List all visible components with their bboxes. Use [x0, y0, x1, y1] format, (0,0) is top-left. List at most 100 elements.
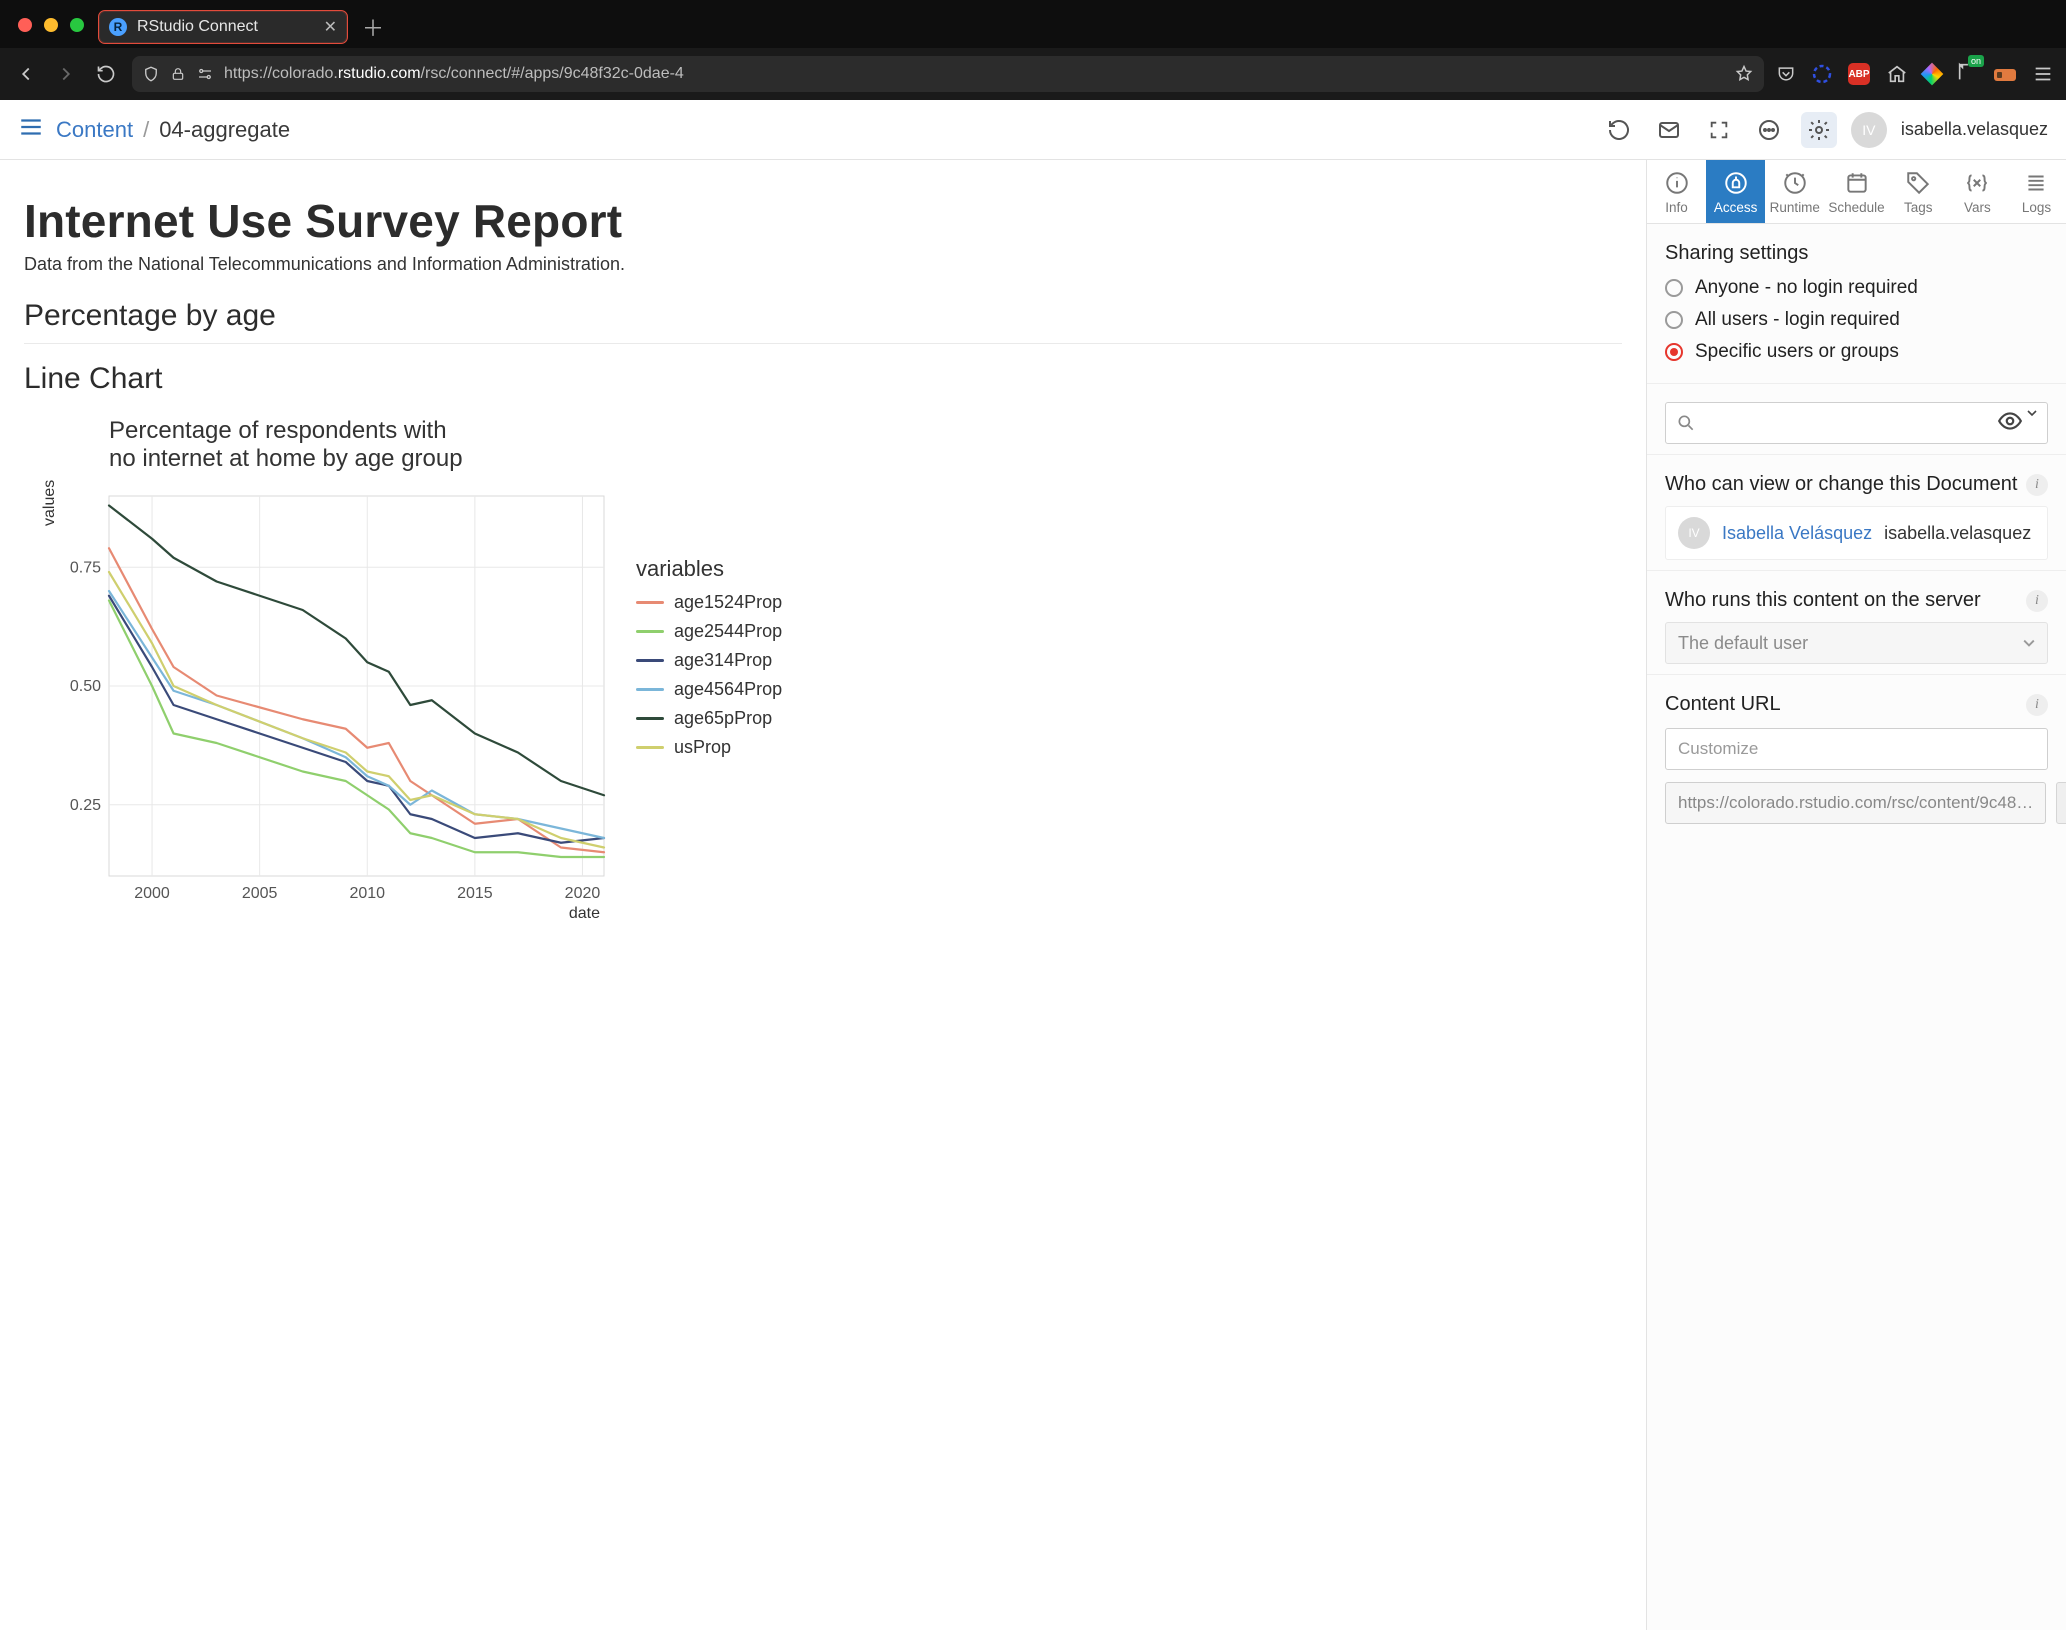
- svg-text:2005: 2005: [242, 885, 278, 902]
- refresh-content-button[interactable]: [1601, 112, 1637, 148]
- translate-icon[interactable]: on: [1956, 61, 1978, 88]
- content-url-display: https://colorado.rstudio.com/rsc/content…: [1665, 782, 2046, 824]
- sharing-option-1[interactable]: All users - login required: [1665, 309, 2048, 331]
- email-button[interactable]: [1651, 112, 1687, 148]
- minimize-window-icon[interactable]: [44, 18, 58, 32]
- panel-tab-access[interactable]: Access: [1706, 160, 1765, 223]
- panel-tab-runtime[interactable]: Runtime: [1765, 160, 1824, 223]
- panel-tab-logs[interactable]: Logs: [2007, 160, 2066, 223]
- window-controls: [10, 18, 98, 36]
- sidebar-toggle-icon[interactable]: [18, 114, 44, 145]
- avatar[interactable]: IV: [1851, 112, 1887, 148]
- doc-subtitle: Data from the National Telecommunication…: [24, 254, 1622, 275]
- more-button[interactable]: [1751, 112, 1787, 148]
- panel-tab-info[interactable]: Info: [1647, 160, 1706, 223]
- info-icon[interactable]: i: [2026, 590, 2048, 612]
- doc-h1: Internet Use Survey Report: [24, 194, 1622, 248]
- breadcrumb: Content / 04-aggregate: [56, 117, 290, 143]
- search-icon: [1676, 413, 1696, 433]
- sharing-option-0[interactable]: Anyone - no login required: [1665, 277, 2048, 299]
- svg-text:0.50: 0.50: [70, 678, 101, 695]
- chart: Percentage of respondents withno interne…: [24, 406, 1622, 926]
- svg-text:2010: 2010: [349, 885, 385, 902]
- svg-text:0.25: 0.25: [70, 797, 101, 814]
- favicon-icon: R: [109, 18, 127, 36]
- viewer-name-link[interactable]: Isabella Velásquez: [1722, 523, 1872, 544]
- runas-heading: Who runs this content on the server: [1665, 589, 1981, 612]
- hamburger-menu-icon[interactable]: [2032, 63, 2054, 85]
- home-icon[interactable]: [1886, 63, 1908, 85]
- info-icon[interactable]: i: [2026, 694, 2048, 716]
- expand-button[interactable]: [1701, 112, 1737, 148]
- search-section: [1647, 384, 2066, 455]
- browser-tab[interactable]: R RStudio Connect ✕: [98, 10, 348, 44]
- legend-item: age65pProp: [636, 708, 782, 729]
- color-picker-icon[interactable]: [1921, 63, 1944, 86]
- viewers-heading: Who can view or change this Document: [1665, 473, 2017, 496]
- breadcrumb-sep: /: [143, 117, 149, 143]
- chevron-down-icon: [2023, 637, 2035, 649]
- sharing-option-2[interactable]: Specific users or groups: [1665, 341, 2048, 363]
- legend-item: age314Prop: [636, 650, 782, 671]
- container-icon[interactable]: [1994, 66, 2016, 82]
- info-icon[interactable]: i: [2026, 474, 2048, 496]
- permissions-icon: [196, 65, 214, 83]
- ublock-icon[interactable]: [1812, 64, 1832, 84]
- viewers-section: Who can view or change this Document i I…: [1647, 455, 2066, 571]
- radio-icon: [1665, 311, 1683, 329]
- chart-legend: variables age1524Propage2544Propage314Pr…: [636, 406, 782, 766]
- legend-item: age1524Prop: [636, 592, 782, 613]
- svg-text:2000: 2000: [134, 885, 170, 902]
- radio-icon: [1665, 343, 1683, 361]
- sharing-section: Sharing settings Anyone - no login requi…: [1647, 224, 2066, 384]
- close-tab-icon[interactable]: ✕: [324, 17, 337, 37]
- bookmark-star-icon[interactable]: [1734, 64, 1754, 84]
- reload-button[interactable]: [92, 60, 120, 88]
- runas-value: The default user: [1678, 633, 1808, 654]
- page-title: 04-aggregate: [159, 117, 290, 143]
- back-button[interactable]: [12, 60, 40, 88]
- breadcrumb-content-link[interactable]: Content: [56, 117, 133, 143]
- copy-button[interactable]: Copy: [2056, 782, 2066, 824]
- panel-tab-tags[interactable]: Tags: [1889, 160, 1948, 223]
- sharing-heading: Sharing settings: [1665, 242, 2048, 265]
- viewer-handle: isabella.velasquez: [1884, 523, 2031, 544]
- svg-text:no internet at home by age gro: no internet at home by age group: [109, 445, 463, 472]
- svg-text:values: values: [41, 480, 58, 526]
- close-window-icon[interactable]: [18, 18, 32, 32]
- svg-text:2020: 2020: [565, 885, 601, 902]
- legend-item: age2544Prop: [636, 621, 782, 642]
- panel-tab-vars[interactable]: Vars: [1948, 160, 2007, 223]
- visibility-toggle-icon[interactable]: [1997, 408, 2037, 439]
- legend-item: age4564Prop: [636, 679, 782, 700]
- abp-icon[interactable]: ABP: [1848, 63, 1870, 85]
- url-bar[interactable]: https://colorado.rstudio.com/rsc/connect…: [132, 56, 1764, 92]
- panel-tab-schedule[interactable]: Schedule: [1824, 160, 1888, 223]
- svg-text:0.75: 0.75: [70, 559, 101, 576]
- tab-strip: R RStudio Connect ✕ ＋: [0, 0, 2066, 48]
- browser-extensions: ABP on: [1776, 61, 2054, 88]
- settings-panel: InfoAccessRuntimeScheduleTagsVarsLogs Sh…: [1646, 160, 2066, 1630]
- document-pane: Internet Use Survey Report Data from the…: [0, 160, 1646, 1630]
- tab-title: RStudio Connect: [137, 18, 258, 36]
- app-header: Content / 04-aggregate IV isabella.velas…: [0, 100, 2066, 160]
- pocket-icon[interactable]: [1776, 64, 1796, 84]
- new-tab-button[interactable]: ＋: [348, 11, 398, 43]
- browser-chrome: R RStudio Connect ✕ ＋ https://colorado.r…: [0, 0, 2066, 100]
- username: isabella.velasquez: [1901, 119, 2048, 140]
- runas-select[interactable]: The default user: [1665, 622, 2048, 664]
- url-heading: Content URL: [1665, 693, 1781, 716]
- url-text: https://colorado.rstudio.com/rsc/connect…: [224, 65, 684, 83]
- svg-text:2015: 2015: [457, 885, 493, 902]
- customize-url-input[interactable]: Customize: [1665, 728, 2048, 770]
- section-linechart: Line Chart: [24, 362, 1622, 396]
- lock-icon: [170, 66, 186, 82]
- settings-button[interactable]: [1801, 112, 1837, 148]
- svg-text:date: date: [569, 905, 600, 922]
- svg-text:Percentage of respondents with: Percentage of respondents with: [109, 417, 447, 444]
- zoom-window-icon[interactable]: [70, 18, 84, 32]
- section-age: Percentage by age: [24, 299, 1622, 333]
- forward-button[interactable]: [52, 60, 80, 88]
- divider: [24, 343, 1622, 344]
- user-search-input[interactable]: [1665, 402, 2048, 444]
